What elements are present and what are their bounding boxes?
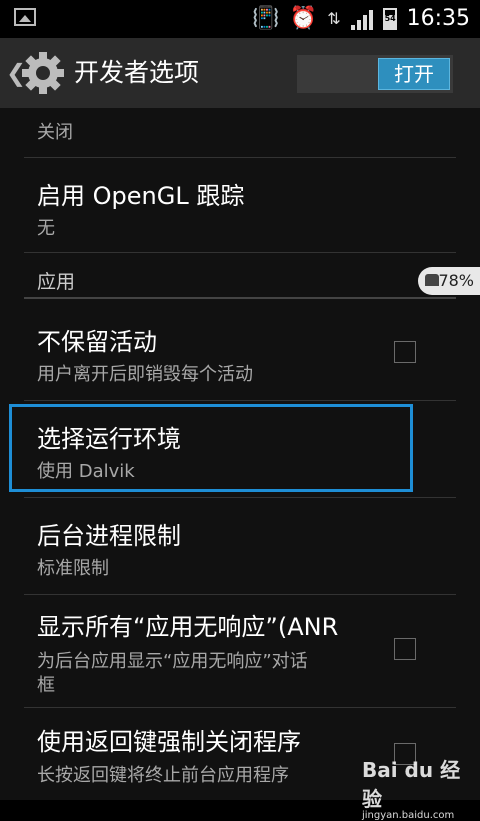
- section-header-apps: 应用: [37, 271, 76, 293]
- highlight-box: [9, 404, 413, 492]
- item-summary: 长按返回键将终止前台应用程序: [37, 765, 289, 786]
- item-title: 使用返回键强制关闭程序: [37, 728, 301, 756]
- list-item-show-all-anrs[interactable]: 显示所有“应用无响应”(ANR 为后台应用显示“应用无响应”对话 框: [24, 595, 456, 708]
- item-summary: 标准限制: [37, 558, 109, 579]
- list-item-background-limit[interactable]: 后台进程限制 标准限制: [24, 498, 456, 595]
- item-summary: 无: [37, 218, 55, 239]
- item-summary: 关闭: [37, 122, 73, 143]
- signal-icon: [350, 8, 373, 30]
- item-title: 显示所有“应用无响应”(ANR: [37, 613, 339, 641]
- item-title: 后台进程限制: [37, 522, 181, 550]
- watermark: Bai du 经验 jingyan.baidu.com: [362, 758, 461, 821]
- battery-level: 54: [384, 14, 396, 23]
- vibrate-icon: 📳: [252, 6, 280, 31]
- list-item-opengl-trace[interactable]: 启用 OpenGL 跟踪 无: [24, 158, 456, 253]
- item-summary-line2: 框: [37, 675, 55, 696]
- switch-on-label: 打开: [378, 58, 450, 90]
- item-title: 启用 OpenGL 跟踪: [37, 182, 245, 210]
- item-title: 不保留活动: [37, 328, 157, 356]
- sync-icon: ⇅: [327, 9, 341, 28]
- settings-gear-icon[interactable]: [20, 50, 66, 96]
- developer-options-switch[interactable]: 打开: [297, 55, 453, 93]
- dont-keep-checkbox[interactable]: [394, 341, 416, 363]
- alarm-icon: ⏰: [289, 6, 318, 31]
- item-summary-line1: 为后台应用显示“应用无响应”对话: [37, 651, 308, 672]
- show-anr-checkbox[interactable]: [394, 638, 416, 660]
- status-bar: 📳 ⏰ ⇅ 54 16:35: [0, 0, 480, 38]
- status-time: 16:35: [406, 6, 470, 31]
- gallery-notification-icon: [14, 8, 36, 26]
- page-title: 开发者选项: [74, 58, 200, 87]
- item-summary: 用户离开后即销毁每个活动: [37, 364, 253, 385]
- section-divider: [24, 297, 456, 299]
- list-item-top[interactable]: 关闭: [24, 108, 456, 158]
- battery-icon: 54: [382, 8, 397, 30]
- cleaner-icon: [425, 274, 439, 286]
- action-bar: ❮ 开发者选项 打开: [0, 38, 480, 108]
- battery-badge: 78%: [418, 267, 480, 295]
- list-item-dont-keep-activities[interactable]: 不保留活动 用户离开后即销毁每个活动: [24, 300, 456, 401]
